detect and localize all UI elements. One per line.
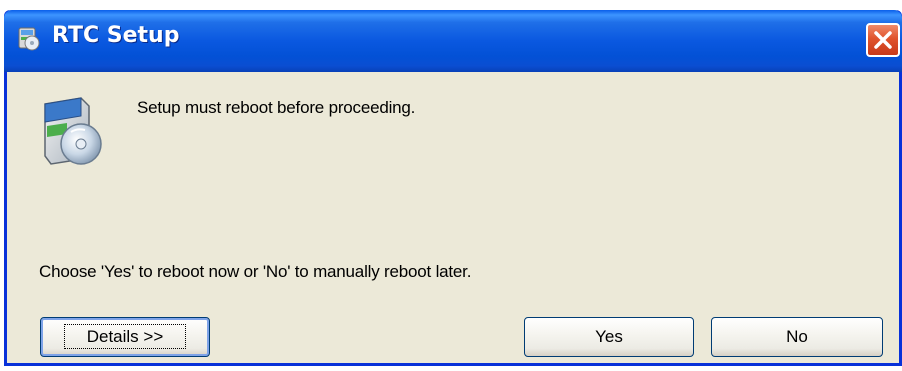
- close-icon: [874, 31, 892, 49]
- setup-cd-box-icon: [37, 94, 109, 170]
- setup-dialog-window: RTC Setup Setup must reboot before proce…: [4, 10, 902, 366]
- details-button[interactable]: Details >>: [40, 317, 210, 357]
- window-title: RTC Setup: [52, 23, 180, 48]
- yes-button[interactable]: Yes: [524, 317, 694, 357]
- reboot-message: Setup must reboot before proceeding.: [137, 98, 416, 117]
- close-button[interactable]: [866, 23, 900, 57]
- title-bar[interactable]: RTC Setup: [4, 10, 902, 72]
- reboot-instruction: Choose 'Yes' to reboot now or 'No' to ma…: [39, 262, 472, 281]
- no-button[interactable]: No: [711, 317, 883, 357]
- details-button-label: Details >>: [63, 324, 187, 349]
- setup-installer-icon: [16, 24, 42, 52]
